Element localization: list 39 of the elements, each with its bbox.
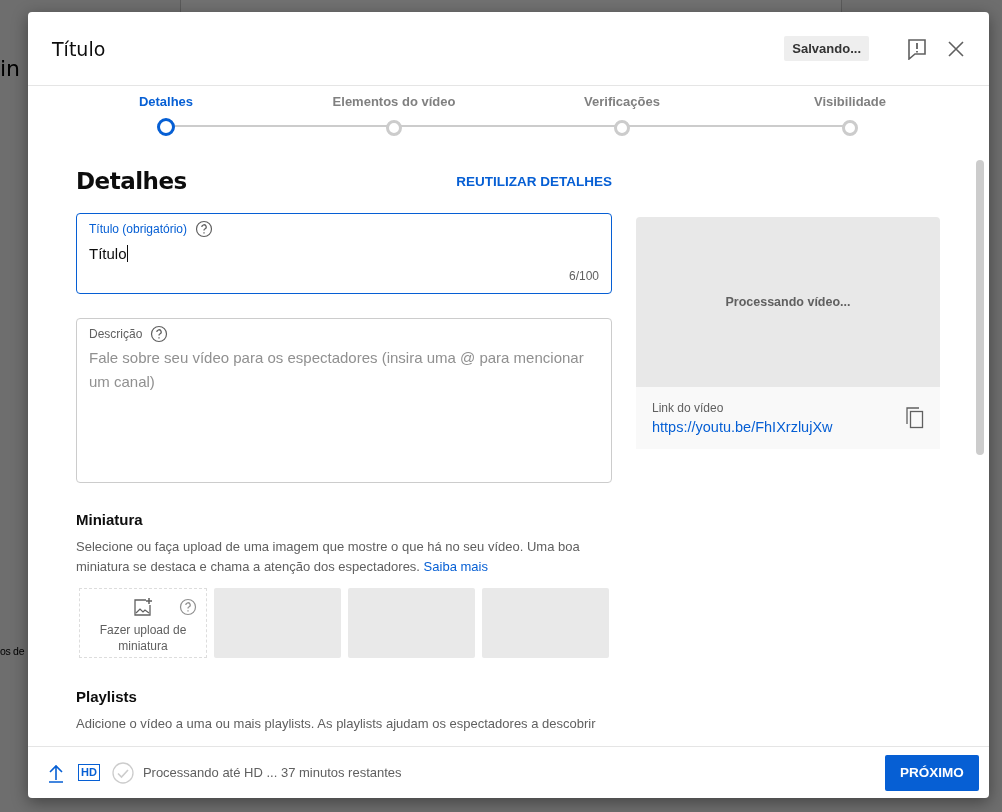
dialog-title: Título [52,37,107,60]
copy-icon[interactable] [906,407,924,429]
background-text: in [0,56,21,81]
step-tab[interactable]: Elementos do vídeo [280,86,508,145]
field-label: Título (obrigatório) [89,222,188,236]
section-heading: Playlists [76,688,138,705]
upload-icon [48,762,64,783]
checkmark-icon [111,761,134,784]
add-image-icon [133,597,153,617]
reuse-details-link[interactable]: REUTILIZAR DETALHES [456,173,612,189]
title-field[interactable]: Título (obrigatório) Título 6/100 [76,213,612,294]
next-button[interactable]: PRÓXIMO [885,754,979,791]
video-link[interactable]: https://youtu.be/FhIXrzlujXw [652,419,906,435]
help-icon[interactable] [150,325,169,343]
feedback-icon[interactable] [907,37,927,60]
background-text: os de [0,645,25,657]
processing-status: Processando até HD ... 37 minutos restantes [142,765,403,780]
step-tab[interactable]: Visibilidade [736,86,964,145]
help-icon [179,598,197,616]
help-icon[interactable] [195,220,214,238]
title-value: Título [89,245,127,262]
link-label: Link do vídeo [652,401,725,415]
step-tab[interactable]: Detalhes [52,86,280,145]
character-counter: 6/100 [568,269,599,283]
scrollbar[interactable] [976,160,984,455]
playlists-description: Adicione o vídeo a uma ou mais playlists. As playlists ajudam os espectadores a descobrir [76,715,597,733]
upload-thumbnail-button[interactable]: Fazer upload de miniatura [79,588,207,658]
section-heading: Miniatura [76,511,144,528]
processing-text: Processando vídeo... [725,295,851,309]
description-placeholder: Fale sobre seu vídeo para os espectadores (insira uma @ para mencionar um canal) [89,348,585,392]
saving-status: Salvando... [784,36,869,61]
thumbnail-description: Selecione ou faça upload de uma imagem que mostre o que há no seu vídeo. Uma boa miniatura se destaca e chama a atenção dos espectadores. Saiba mais [76,538,581,576]
hd-badge: HD [78,764,100,781]
section-heading: Detalhes [76,168,187,194]
description-field[interactable]: Descrição Fale sobre seu vídeo para os espectadores (insira uma @ para mencionar um canal) [76,318,612,483]
step-tab[interactable]: Verificações [508,86,736,145]
learn-more-link[interactable]: Saiba mais [423,559,488,574]
close-icon[interactable] [947,39,965,58]
field-label: Descrição [89,327,143,341]
